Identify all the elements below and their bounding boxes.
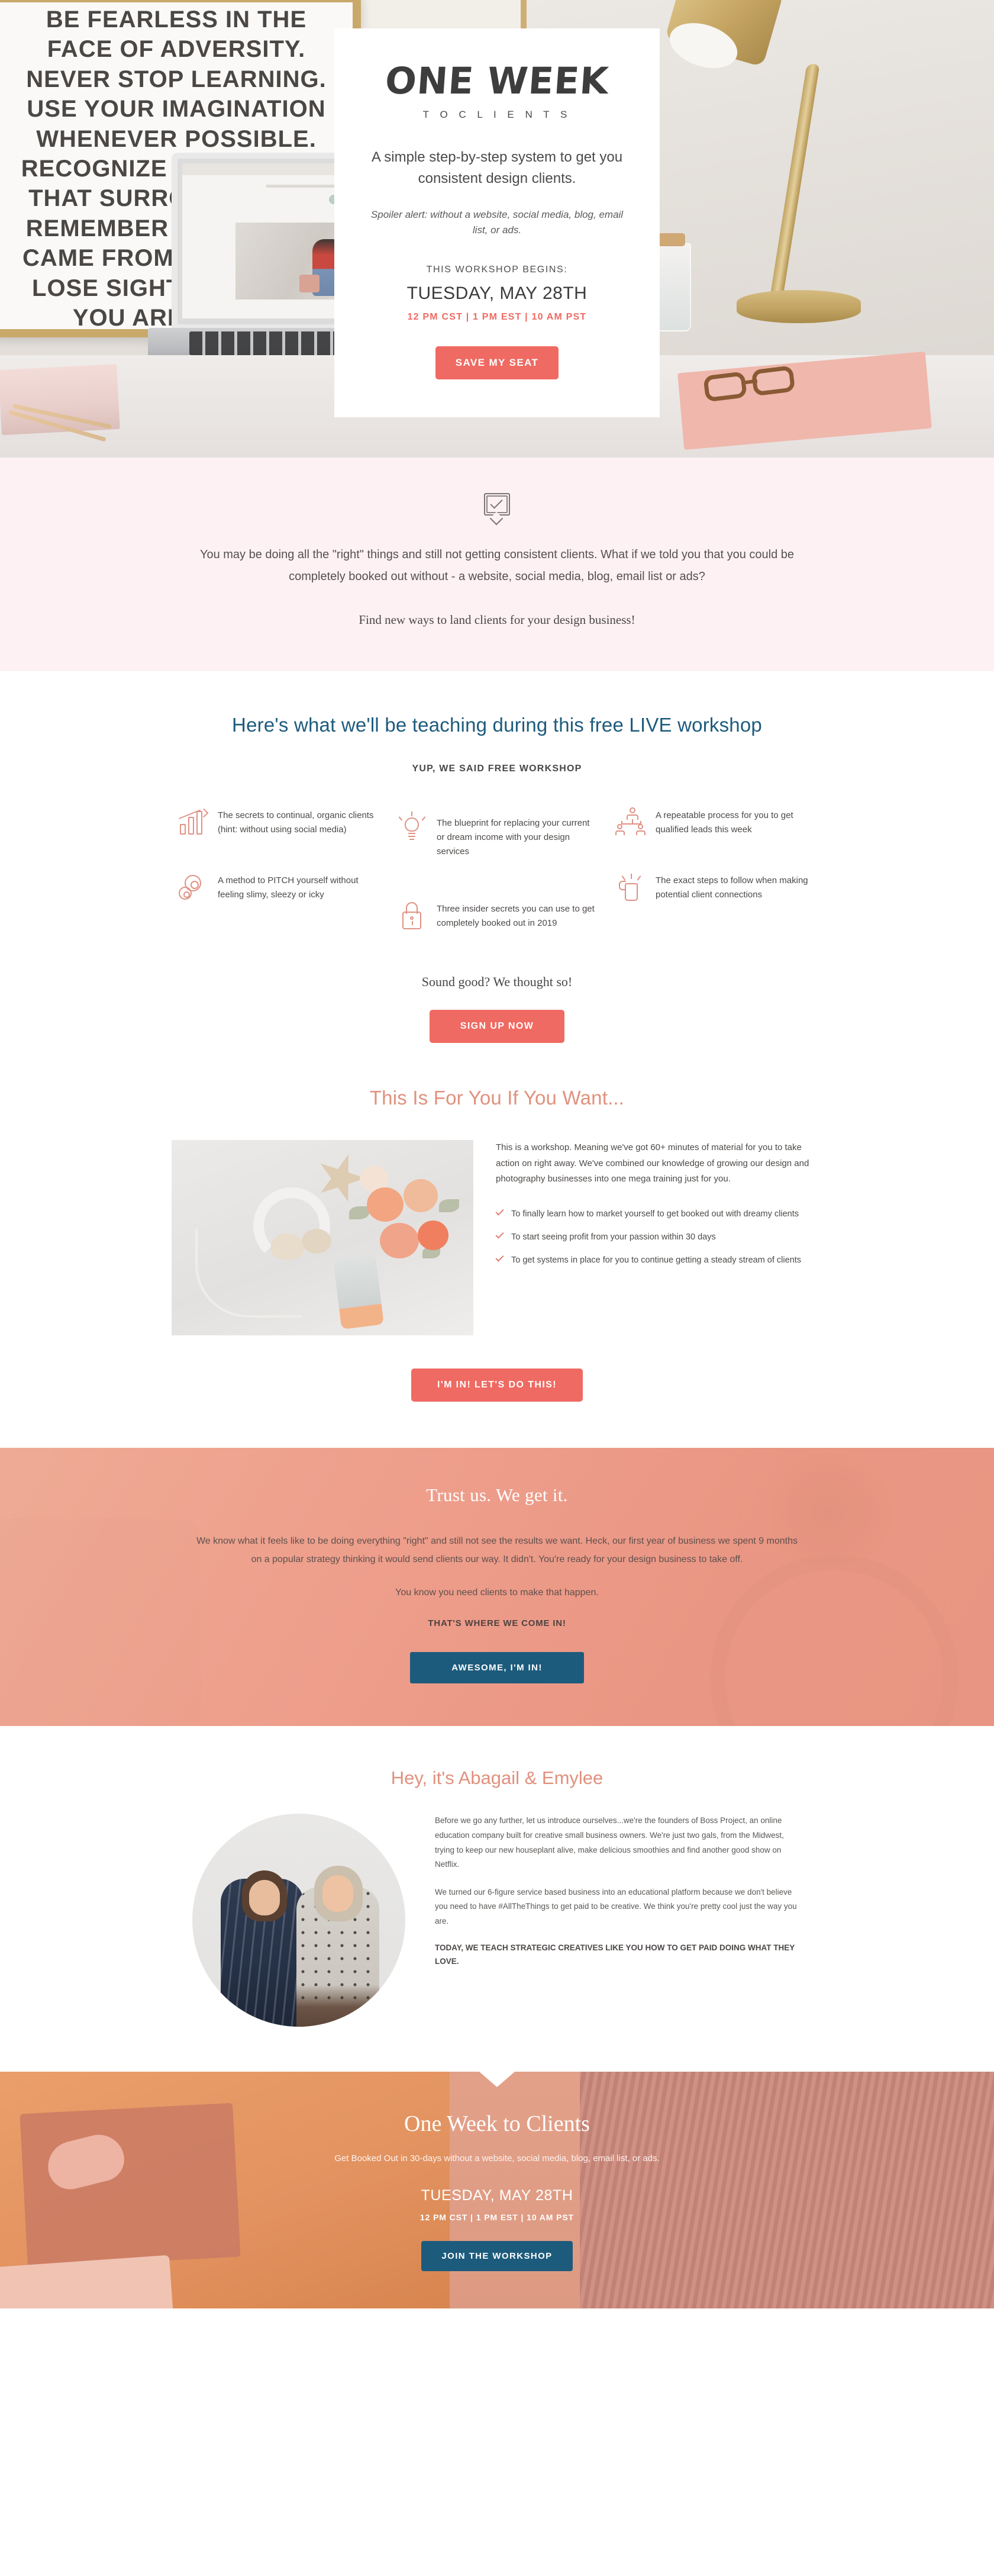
trust-body-text: We know what it feels like to be doing e…: [196, 1536, 798, 1565]
brand-logo-subtitle: T O C L I E N T S: [422, 109, 572, 120]
check-icon: [495, 1207, 504, 1216]
feature-item: The exact steps to follow when making po…: [615, 872, 816, 932]
teaching-section: Here's what we'll be teaching during thi…: [0, 671, 994, 1043]
gears-icon: [178, 872, 208, 903]
founders-bio-section: Hey, it's Abagail & Emylee Before we go …: [0, 1726, 994, 2072]
footer-heading: One Week to Clients: [404, 2111, 590, 2137]
feature-item: A method to PITCH yourself without feeli…: [178, 872, 379, 932]
bio-paragraph-1: Before we go any further, let us introdu…: [435, 1816, 784, 1869]
desk-lamp-base: [737, 290, 861, 323]
intro-serif-line: Find new ways to land clients for your d…: [359, 613, 635, 627]
feature-text: A method to PITCH yourself without feeli…: [218, 875, 359, 900]
free-workshop-kicker: YUP, WE SAID FREE WORKSHOP: [412, 764, 582, 774]
feature-text: The blueprint for replacing your current…: [437, 817, 590, 857]
hero-signup-card: ONE WEEK T O C L I E N T S A simple step…: [334, 28, 660, 417]
hero-section: BE FEARLESS IN THE FACE OF ADVERSITY. NE…: [0, 0, 994, 458]
workshop-begins-label: THIS WORKSHOP BEGINS:: [426, 264, 568, 275]
feature-item: Three insider secrets you can use to get…: [396, 901, 598, 932]
feature-text: A repeatable process for you to get qual…: [656, 810, 793, 835]
sign-up-now-button[interactable]: SIGN UP NOW: [429, 1010, 565, 1043]
check-icon: [495, 1253, 504, 1263]
chart-growth-icon: [178, 807, 209, 838]
trust-where-line: THAT'S WHERE WE COME IN!: [428, 1618, 566, 1629]
feature-text: The secrets to continual, organic client…: [218, 810, 374, 835]
intro-section: You may be doing all the "right" things …: [0, 458, 994, 671]
footer-subheading: Get Booked Out in 30-days without a webs…: [334, 2153, 660, 2164]
feature-text: The exact steps to follow when making po…: [656, 875, 808, 900]
awesome-im-in-button[interactable]: AWESOME, I'M IN!: [410, 1652, 584, 1684]
for-you-paragraph: This is a workshop. Meaning we've got 60…: [496, 1142, 809, 1184]
flatlay-photo: [172, 1140, 473, 1335]
feature-item: The blueprint for replacing your current…: [396, 811, 598, 859]
feature-item: A repeatable process for you to get qual…: [615, 807, 816, 867]
intro-lead-text: You may be doing all the "right" things …: [199, 548, 795, 583]
section-notch: [479, 2072, 515, 2088]
workshop-times: 12 PM CST | 1 PM EST | 10 AM PST: [407, 311, 587, 322]
join-the-workshop-button[interactable]: JOIN THE WORKSHOP: [421, 2241, 573, 2272]
founders-portrait: [192, 1814, 405, 2027]
this-is-for-you-section: This Is For You If You Want... This is a…: [0, 1043, 994, 1448]
check-icon: [495, 1230, 504, 1239]
chat-check-icon: [484, 493, 510, 526]
people-network-icon: [615, 807, 646, 838]
for-you-bullet-list: To finally learn how to market yourself …: [495, 1207, 822, 1268]
footer-times: 12 PM CST | 1 PM EST | 10 AM PST: [419, 2213, 575, 2223]
lock-icon: [396, 901, 427, 932]
teaching-heading: Here's what we'll be teaching during thi…: [232, 714, 762, 736]
lightbulb-icon: [396, 811, 427, 846]
for-you-heading: This Is For You If You Want...: [369, 1087, 625, 1109]
bio-heading: Hey, it's Abagail & Emylee: [390, 1767, 604, 1789]
trust-section: Trust us. We get it. We know what it fee…: [0, 1448, 994, 1727]
footer-date: TUESDAY, MAY 28TH: [421, 2187, 573, 2204]
feature-grid: The secrets to continual, organic client…: [178, 807, 816, 932]
footer-cta-section: One Week to Clients Get Booked Out in 30…: [0, 2072, 994, 2309]
workshop-date: TUESDAY, MAY 28TH: [406, 283, 588, 303]
thumbs-up-icon: [615, 872, 646, 903]
sound-good-line: Sound good? We thought so!: [421, 974, 573, 989]
list-item: To start seeing profit from your passion…: [495, 1230, 822, 1244]
list-item: To get systems in place for you to conti…: [495, 1253, 822, 1267]
bio-paragraph-2: We turned our 6-figure service based bus…: [435, 1887, 797, 1925]
save-my-seat-button[interactable]: SAVE MY SEAT: [435, 346, 559, 379]
hero-tagline: A simple step-by-step system to get you …: [371, 149, 623, 186]
trust-need-line: You know you need clients to make that h…: [395, 1588, 599, 1598]
bio-paragraph-3: TODAY, WE TEACH STRATEGIC CREATIVES LIKE…: [435, 1943, 795, 1966]
trust-heading: Trust us. We get it.: [426, 1485, 568, 1505]
list-item: To finally learn how to market yourself …: [495, 1207, 822, 1221]
brand-logo-title: ONE WEEK: [383, 59, 611, 102]
feature-item: The secrets to continual, organic client…: [178, 807, 379, 867]
feature-text: Three insider secrets you can use to get…: [437, 904, 595, 929]
hero-spoiler-note: Spoiler alert: without a website, social…: [370, 209, 624, 236]
im-in-lets-do-this-button[interactable]: I'M IN! LET'S DO THIS!: [411, 1368, 583, 1402]
